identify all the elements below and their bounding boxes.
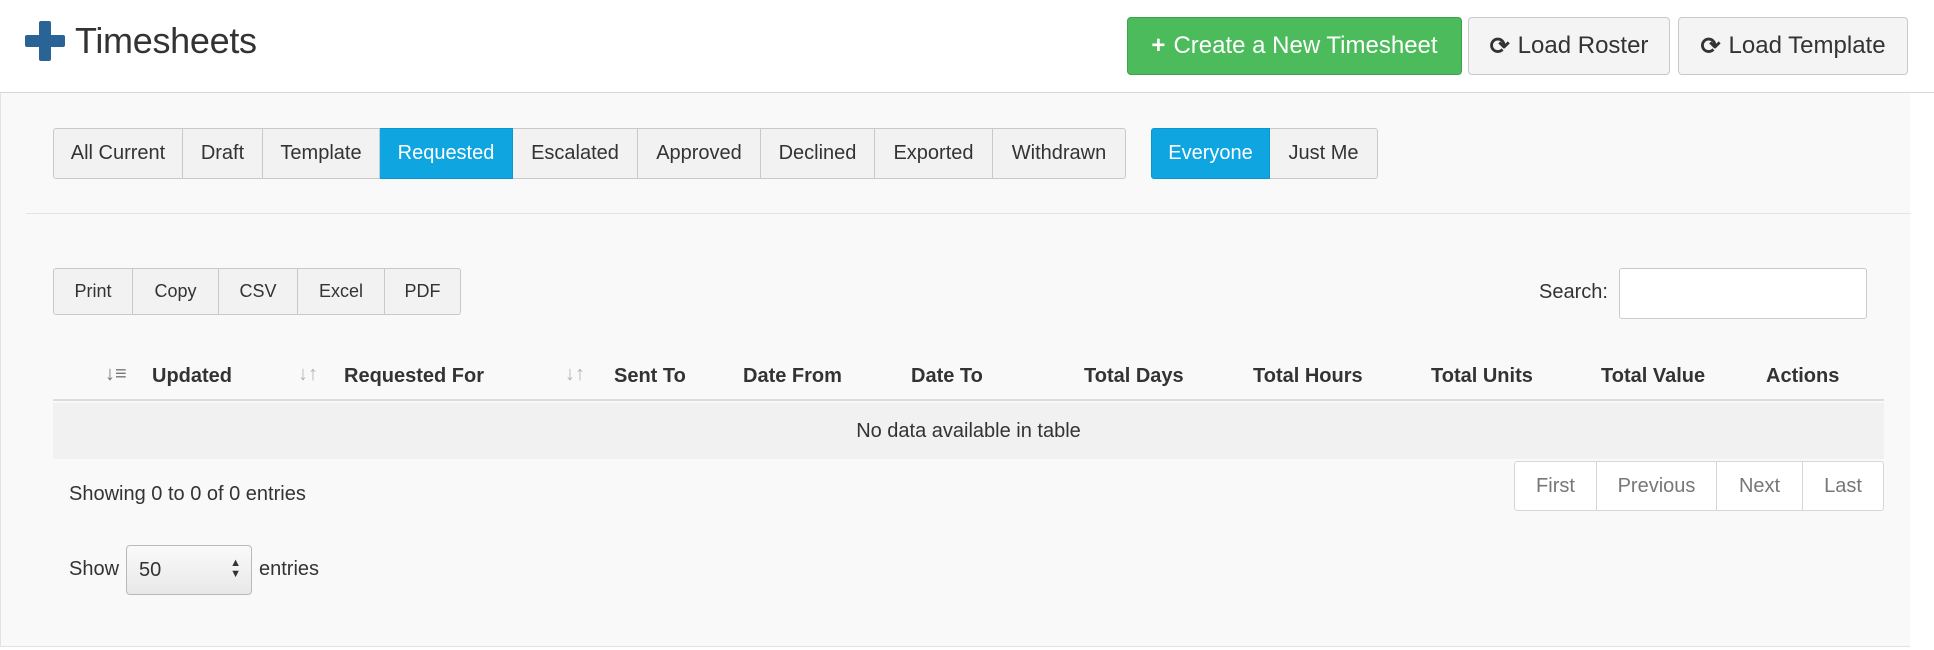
column-updated[interactable]: Updated (152, 351, 232, 401)
pagination-last[interactable]: Last (1803, 461, 1884, 511)
load-roster-button[interactable]: ⟳ Load Roster (1468, 17, 1670, 75)
sort-icon[interactable]: ↓↑ (298, 363, 318, 386)
length-show-label: Show (69, 558, 120, 580)
filter-escalated[interactable]: Escalated (513, 128, 638, 179)
pagination: First Previous Next Last (1514, 461, 1884, 511)
pagination-first[interactable]: First (1514, 461, 1597, 511)
page-length-select[interactable]: 50 ▲ ▼ (126, 545, 252, 595)
brand: Timesheets (25, 20, 257, 62)
section-divider (26, 213, 1911, 214)
pagination-next[interactable]: Next (1717, 461, 1803, 511)
filter-template[interactable]: Template (263, 128, 380, 179)
print-button[interactable]: Print (53, 268, 133, 315)
load-template-label: Load Template (1728, 32, 1886, 59)
main-panel: All Current Draft Template Requested Esc… (0, 93, 1911, 647)
csv-button[interactable]: CSV (219, 268, 298, 315)
create-timesheet-button[interactable]: + Create a New Timesheet (1127, 17, 1462, 75)
refresh-icon: ⟳ (1489, 32, 1510, 60)
load-roster-label: Load Roster (1517, 32, 1649, 59)
column-date-from[interactable]: Date From (743, 351, 842, 401)
column-total-days[interactable]: Total Days (1084, 351, 1184, 401)
sort-icon[interactable]: ↓↑ (565, 363, 585, 386)
column-total-value[interactable]: Total Value (1601, 351, 1705, 401)
pdf-button[interactable]: PDF (385, 268, 461, 315)
table-header: ↓≡ Updated ↓↑ Requested For ↓↑ Sent To D… (53, 351, 1884, 401)
table-empty-row: No data available in table (53, 403, 1884, 459)
export-button-group: Print Copy CSV Excel PDF (53, 268, 461, 315)
filter-approved[interactable]: Approved (638, 128, 761, 179)
filter-requested[interactable]: Requested (380, 128, 513, 179)
plus-icon (25, 21, 65, 61)
column-requested-for[interactable]: Requested For (344, 351, 484, 401)
copy-button[interactable]: Copy (133, 268, 219, 315)
filter-draft[interactable]: Draft (183, 128, 263, 179)
plus-icon: + (1151, 32, 1166, 59)
load-template-button[interactable]: ⟳ Load Template (1678, 17, 1908, 75)
create-timesheet-label: Create a New Timesheet (1173, 32, 1438, 59)
filter-everyone[interactable]: Everyone (1151, 128, 1270, 179)
column-actions: Actions (1766, 364, 1840, 387)
column-total-hours[interactable]: Total Hours (1253, 351, 1363, 401)
page-length-value: 50 (139, 558, 162, 581)
column-total-units[interactable]: Total Units (1431, 351, 1533, 401)
search-input[interactable] (1619, 268, 1867, 319)
refresh-icon: ⟳ (1700, 32, 1721, 60)
select-arrows-icon: ▲ ▼ (230, 557, 241, 580)
page-title: Timesheets (75, 20, 257, 61)
status-filter-group: All Current Draft Template Requested Esc… (53, 128, 1126, 179)
sort-desc-icon[interactable]: ↓≡ (105, 363, 127, 386)
page-header: Timesheets + Create a New Timesheet ⟳ Lo… (0, 0, 1934, 93)
filter-all-current[interactable]: All Current (53, 128, 183, 179)
owner-filter-group: Everyone Just Me (1151, 128, 1378, 179)
filter-just-me[interactable]: Just Me (1270, 128, 1378, 179)
filter-exported[interactable]: Exported (875, 128, 993, 179)
filter-withdrawn[interactable]: Withdrawn (993, 128, 1126, 179)
filter-declined[interactable]: Declined (761, 128, 875, 179)
pagination-previous[interactable]: Previous (1597, 461, 1717, 511)
column-sent-to[interactable]: Sent To (614, 351, 686, 401)
excel-button[interactable]: Excel (298, 268, 385, 315)
table-info: Showing 0 to 0 of 0 entries (69, 483, 306, 505)
search-label: Search: (1539, 281, 1608, 303)
length-entries-label: entries (259, 558, 320, 580)
column-date-to[interactable]: Date To (911, 351, 983, 401)
